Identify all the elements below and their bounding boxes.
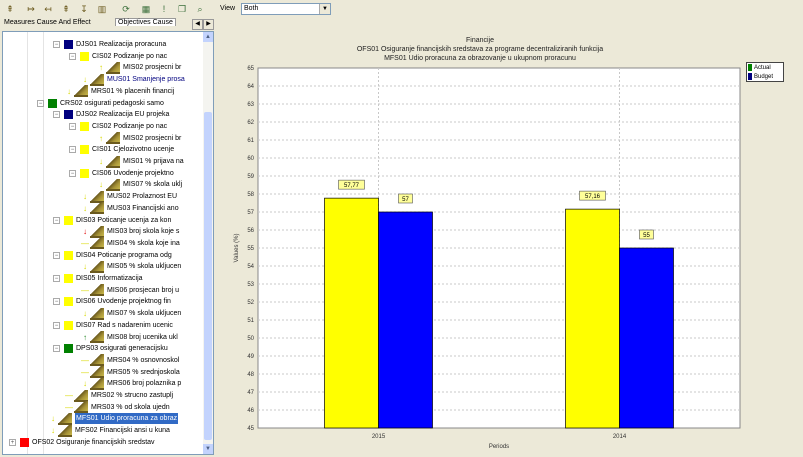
- y-tick-label: 61: [247, 138, 254, 144]
- legend-label: Actual: [754, 64, 771, 71]
- y-tick-label: 63: [247, 102, 254, 108]
- y-tick-label: 51: [247, 318, 254, 324]
- x-axis-label: Periods: [489, 444, 509, 450]
- y-tick-label: 65: [247, 66, 254, 72]
- y-tick-label: 54: [247, 264, 254, 270]
- legend-swatch: [748, 73, 752, 80]
- y-tick-label: 45: [247, 426, 254, 432]
- bar-actual: [565, 208, 620, 429]
- legend-label: Budget: [754, 73, 774, 80]
- y-tick-label: 55: [247, 246, 254, 252]
- bar-actual: [324, 197, 379, 429]
- y-tick-label: 53: [247, 282, 254, 288]
- y-tick-label: 46: [247, 408, 254, 414]
- y-axis-label: Values (%): [234, 234, 240, 263]
- y-tick-label: 47: [247, 390, 254, 396]
- legend-budget: Budget: [747, 72, 783, 81]
- y-tick-label: 59: [247, 174, 254, 180]
- legend-actual: Actual: [747, 63, 783, 72]
- y-tick-label: 56: [247, 228, 254, 234]
- y-tick-label: 57: [247, 210, 254, 216]
- data-label: 57: [402, 197, 409, 203]
- y-tick-label: 64: [247, 84, 254, 90]
- bar-budget: [378, 211, 433, 429]
- data-label: 57,77: [344, 183, 360, 189]
- bar-chart: 45 46 47 48 49 50 51 52 53 54 55 56 57 58 59 60 61 62 63 64…: [234, 66, 741, 450]
- bar-budget: [619, 247, 674, 429]
- data-label: 55: [643, 233, 650, 239]
- y-tick-label: 50: [247, 336, 254, 342]
- y-tick-label: 52: [247, 300, 254, 306]
- x-tick-label: 2014: [613, 434, 627, 440]
- legend-swatch: [748, 64, 752, 71]
- y-tick-label: 49: [247, 354, 254, 360]
- x-tick-label: 2015: [372, 434, 386, 440]
- chart-legend: Actual Budget: [746, 62, 784, 82]
- data-label: 57,16: [585, 194, 601, 200]
- y-tick-label: 48: [247, 372, 254, 378]
- y-tick-label: 58: [247, 192, 254, 198]
- y-tick-label: 60: [247, 156, 254, 162]
- y-tick-label: 62: [247, 120, 254, 126]
